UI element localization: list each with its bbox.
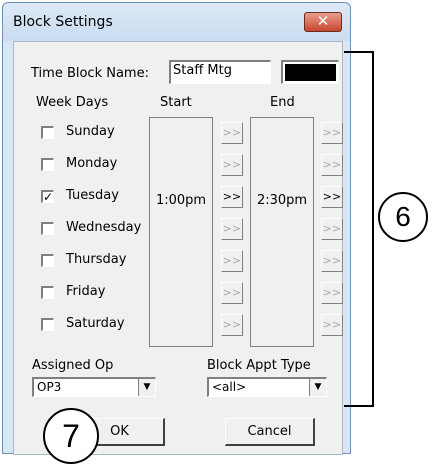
checkmark-icon: ✓ [43, 190, 54, 204]
title-bar[interactable]: Block Settings ✕ [3, 3, 350, 41]
callout-bracket [344, 51, 374, 407]
monday-label: Monday [66, 156, 118, 171]
end-arrow-saturday[interactable]: >> [321, 314, 343, 336]
start-arrow-tuesday[interactable]: >> [221, 186, 243, 208]
start-time-panel[interactable]: 1:00pm [149, 117, 213, 347]
tuesday-label: Tuesday [66, 188, 119, 203]
assigned-op-value: OP3 [37, 380, 62, 394]
block-appt-type-select[interactable]: <all> ▼ [207, 377, 327, 397]
end-arrow-friday[interactable]: >> [321, 282, 343, 304]
wednesday-label: Wednesday [66, 220, 142, 235]
sunday-checkbox[interactable] [41, 126, 54, 139]
block-settings-dialog: Block Settings ✕ Time Block Name: Staff … [2, 2, 351, 455]
start-arrow-wednesday[interactable]: >> [221, 218, 243, 240]
time-block-name-label: Time Block Name: [31, 66, 149, 81]
cancel-button[interactable]: Cancel [225, 418, 315, 446]
start-arrow-friday[interactable]: >> [221, 282, 243, 304]
end-arrow-wednesday[interactable]: >> [321, 218, 343, 240]
saturday-label: Saturday [66, 316, 125, 331]
assigned-op-select[interactable]: OP3 ▼ [32, 377, 156, 397]
saturday-checkbox[interactable] [41, 318, 54, 331]
end-time-panel[interactable]: 2:30pm [250, 117, 314, 347]
color-swatch-button[interactable] [281, 60, 339, 84]
week-days-label: Week Days [36, 95, 109, 110]
thursday-checkbox[interactable] [41, 254, 54, 267]
chevron-down-icon: ▼ [138, 379, 155, 396]
start-arrow-sunday[interactable]: >> [221, 122, 243, 144]
end-arrow-tuesday[interactable]: >> [321, 186, 343, 208]
start-arrow-saturday[interactable]: >> [221, 314, 243, 336]
thursday-label: Thursday [66, 252, 127, 267]
color-swatch-fill [285, 64, 336, 81]
friday-label: Friday [66, 284, 106, 299]
monday-checkbox[interactable] [41, 158, 54, 171]
start-arrow-thursday[interactable]: >> [221, 250, 243, 272]
wednesday-checkbox[interactable] [41, 222, 54, 235]
start-time-value: 1:00pm [155, 193, 207, 208]
end-label: End [270, 95, 295, 110]
end-arrow-thursday[interactable]: >> [321, 250, 343, 272]
dialog-client-area: Time Block Name: Staff Mtg Week Days Sta… [13, 41, 343, 455]
sunday-label: Sunday [66, 124, 115, 139]
end-arrow-sunday[interactable]: >> [321, 122, 343, 144]
close-icon: ✕ [316, 12, 330, 30]
callout-six: 6 [378, 192, 428, 242]
tuesday-checkbox[interactable]: ✓ [41, 190, 54, 203]
block-appt-type-label: Block Appt Type [207, 358, 311, 373]
window-title: Block Settings [13, 14, 113, 30]
start-label: Start [160, 95, 192, 110]
block-appt-type-value: <all> [212, 380, 247, 394]
start-arrow-monday[interactable]: >> [221, 154, 243, 176]
friday-checkbox[interactable] [41, 286, 54, 299]
end-time-value: 2:30pm [256, 193, 308, 208]
chevron-down-icon: ▼ [309, 379, 326, 396]
end-arrow-monday[interactable]: >> [321, 154, 343, 176]
close-button[interactable]: ✕ [304, 12, 342, 32]
assigned-op-label: Assigned Op [32, 358, 114, 373]
time-block-name-input[interactable]: Staff Mtg [169, 60, 271, 84]
